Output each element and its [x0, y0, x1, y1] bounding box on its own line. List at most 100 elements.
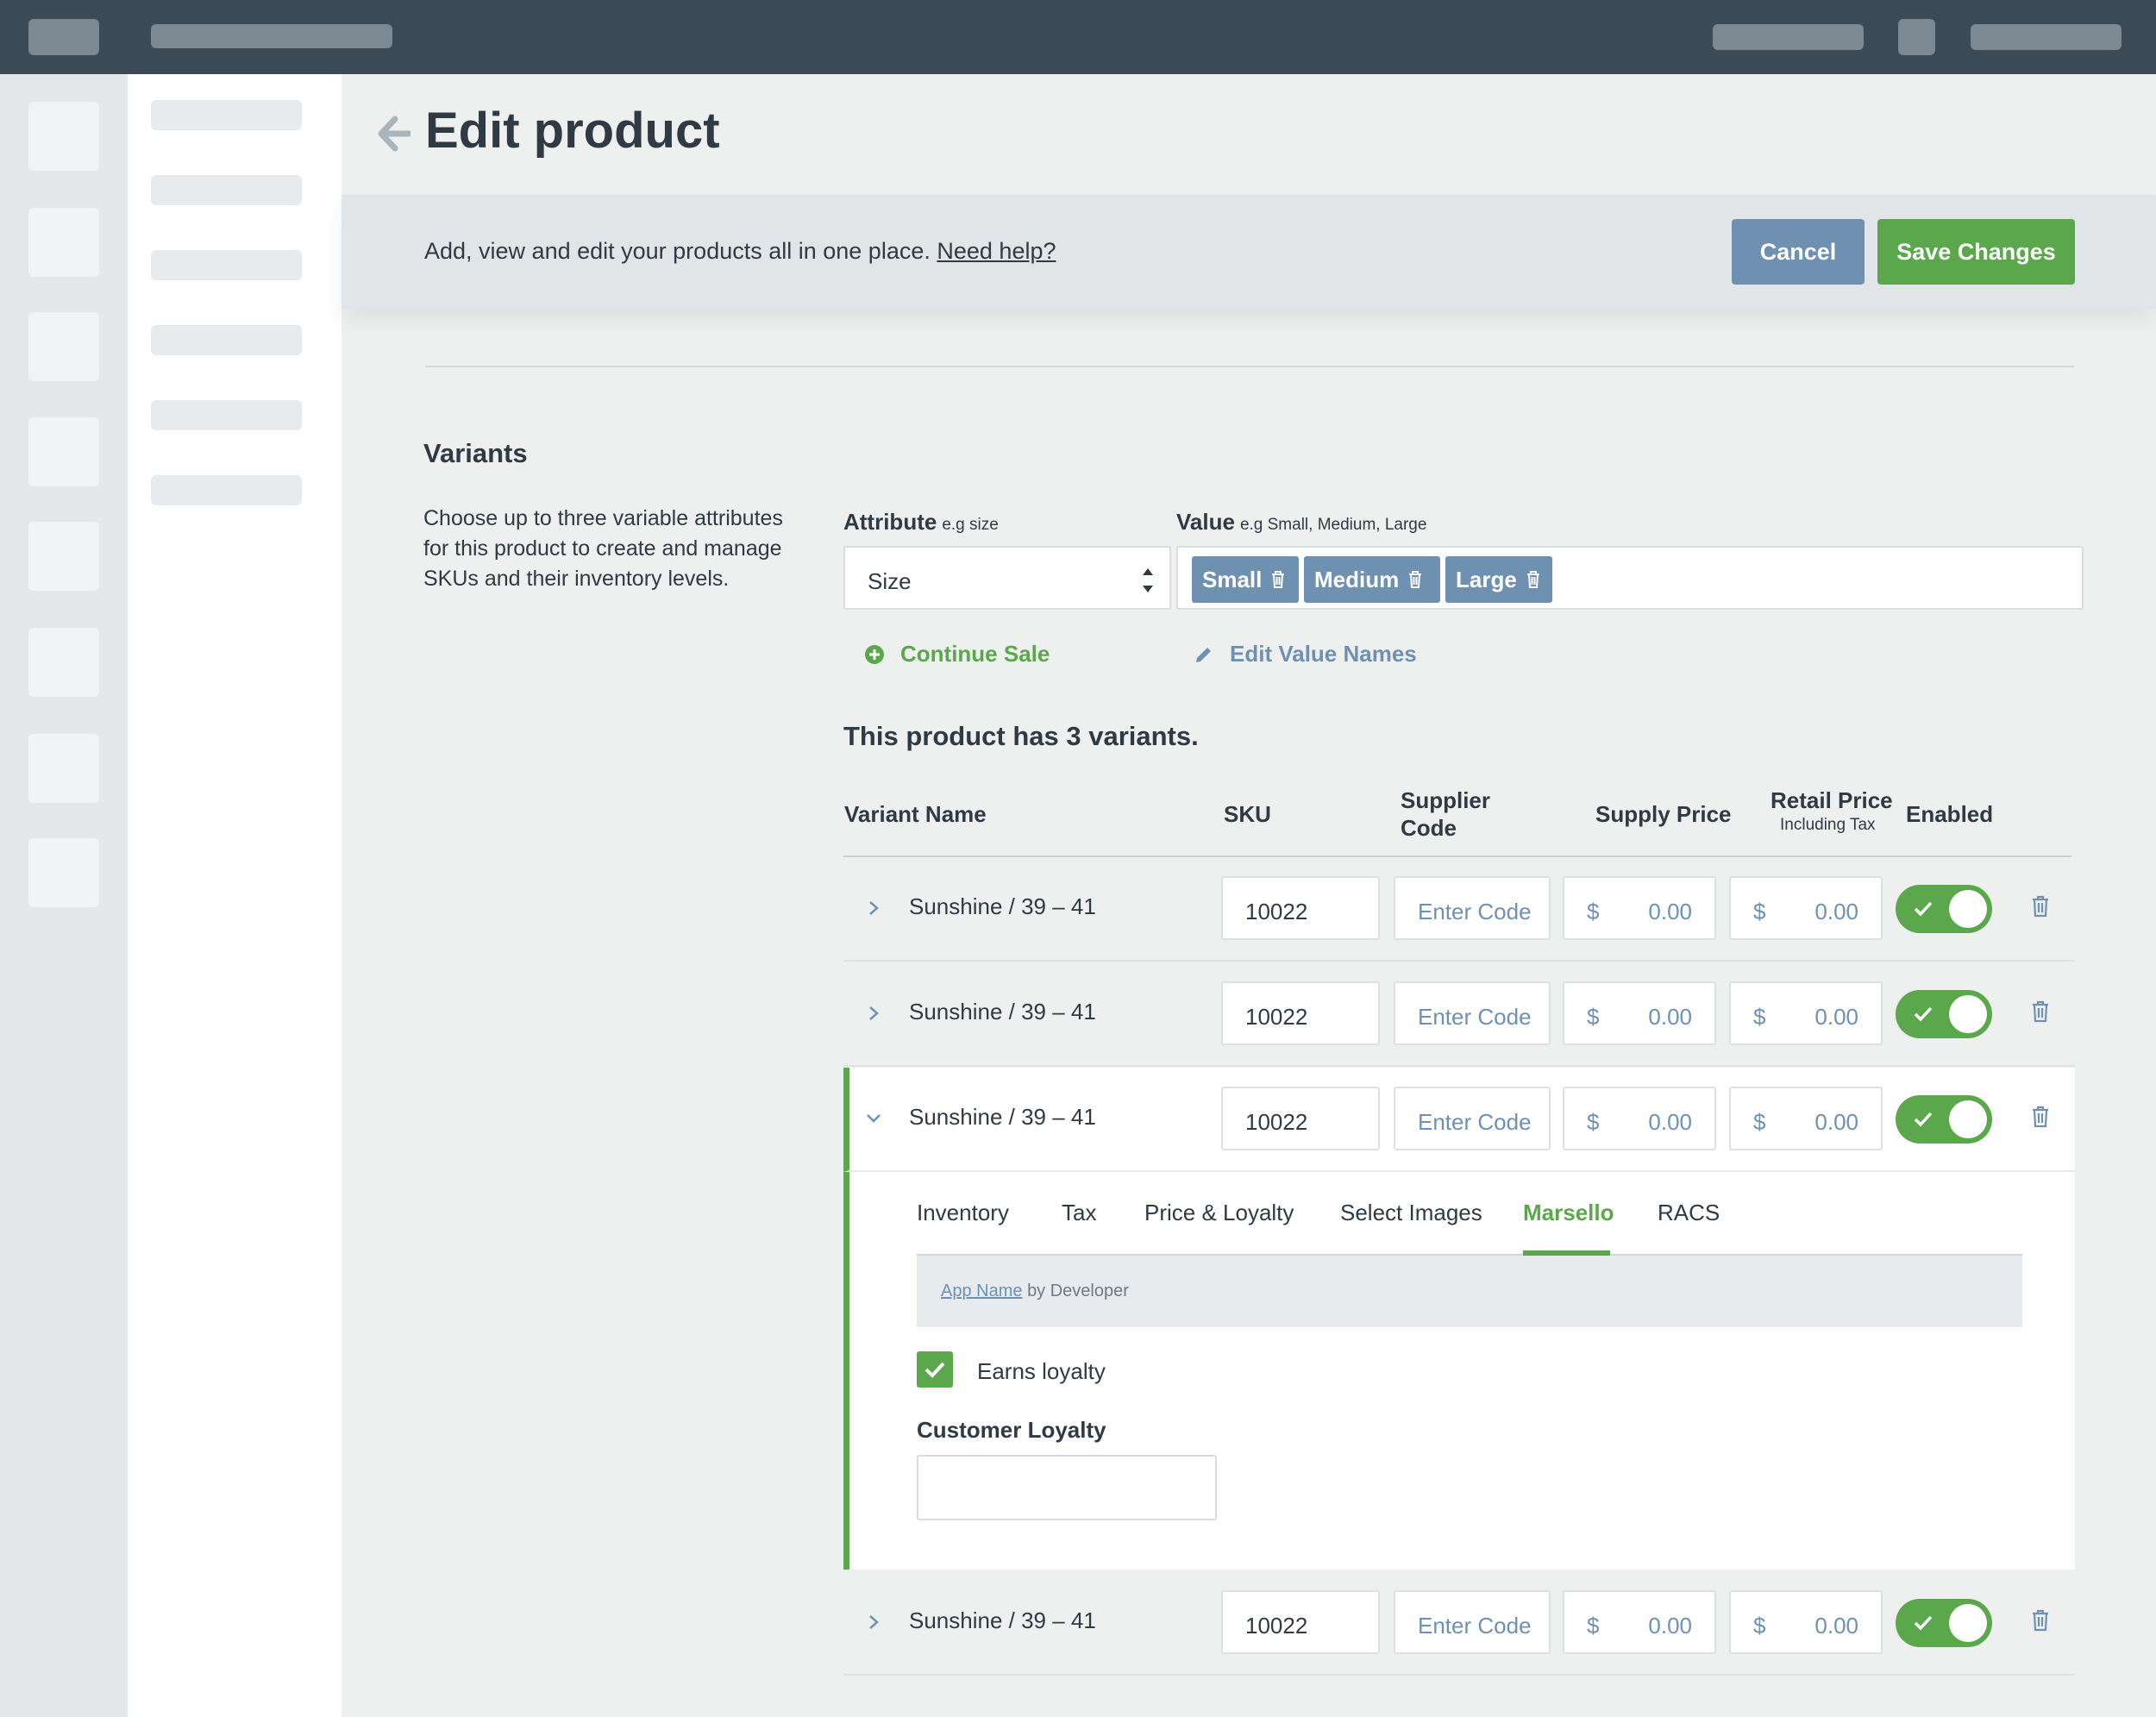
toggle-knob — [1949, 1604, 1987, 1642]
variant-name: Sunshine / 39 – 41 — [909, 1104, 1096, 1130]
currency-symbol: $ — [1587, 1613, 1600, 1639]
app-info-strip: App Name by Developer — [917, 1256, 2022, 1327]
supply-price-value: 0.00 — [1648, 1109, 1692, 1135]
enabled-toggle[interactable] — [1896, 990, 1992, 1038]
user-menu-placeholder[interactable] — [1971, 24, 2122, 50]
logo-placeholder[interactable] — [28, 19, 99, 55]
sidebar-item-placeholder[interactable] — [28, 522, 99, 591]
continue-sale-label: Continue Sale — [900, 641, 1050, 667]
retail-price-input[interactable]: $0.00 — [1729, 981, 1883, 1045]
sku-input[interactable]: 10022 — [1221, 1590, 1380, 1654]
check-icon — [1914, 1006, 1933, 1022]
earns-loyalty-checkbox[interactable] — [917, 1351, 953, 1388]
supply-price-input[interactable]: $0.00 — [1563, 981, 1716, 1045]
customer-loyalty-input[interactable] — [917, 1455, 1217, 1520]
tab-inventory[interactable]: Inventory — [917, 1200, 1009, 1226]
sku-input[interactable]: 10022 — [1221, 876, 1380, 940]
sidebar-item-placeholder[interactable] — [28, 208, 99, 277]
supply-price-input[interactable]: $0.00 — [1563, 1590, 1716, 1654]
trash-icon[interactable] — [2032, 1609, 2049, 1632]
supplier-code-input[interactable]: Enter Code — [1394, 1087, 1551, 1150]
retail-price-value: 0.00 — [1814, 1109, 1858, 1135]
tab-marsello[interactable]: Marsello — [1523, 1200, 1614, 1226]
subnav-item-placeholder[interactable] — [151, 325, 302, 355]
sidebar-item-placeholder[interactable] — [28, 102, 99, 171]
supplier-code-input[interactable]: Enter Code — [1394, 1590, 1551, 1654]
topbar-menu-placeholder[interactable] — [1713, 24, 1864, 50]
sku-input[interactable]: 10022 — [1221, 981, 1380, 1045]
tab-racs[interactable]: RACS — [1658, 1200, 1720, 1226]
chevron-down-icon[interactable] — [864, 1106, 883, 1131]
attribute-select[interactable]: Size — [843, 546, 1171, 610]
sidebar-item-placeholder[interactable] — [28, 838, 99, 907]
variant-row[interactable]: Sunshine / 39 – 41 10022 Enter Code $0.0… — [843, 857, 2075, 962]
supplier-code-input[interactable]: Enter Code — [1394, 876, 1551, 940]
enabled-toggle[interactable] — [1896, 885, 1992, 933]
edit-value-names-link[interactable]: Edit Value Names — [1194, 641, 1417, 667]
variant-row[interactable]: Sunshine / 39 – 41 10022 Enter Code $0.0… — [843, 1571, 2075, 1676]
supply-price-input[interactable]: $0.00 — [1563, 876, 1716, 940]
page-info-bar: Add, view and edit your products all in … — [342, 195, 2156, 309]
header-variant-name: Variant Name — [844, 801, 987, 827]
supply-price-value: 0.00 — [1648, 1613, 1692, 1639]
trash-icon[interactable] — [1407, 570, 1423, 589]
sidebar-item-placeholder[interactable] — [28, 312, 99, 381]
page-title: Edit product — [425, 103, 720, 159]
supplier-code-input[interactable]: Enter Code — [1394, 981, 1551, 1045]
attribute-label: Attribute e.g size — [843, 509, 999, 536]
subnav-item-placeholder[interactable] — [151, 175, 302, 205]
trash-icon[interactable] — [2032, 1106, 2049, 1128]
chevron-right-icon[interactable] — [864, 1000, 883, 1026]
need-help-link[interactable]: Need help? — [937, 238, 1056, 264]
variant-row[interactable]: Sunshine / 39 – 41 10022 Enter Code $0.0… — [843, 962, 2075, 1067]
app-name-link[interactable]: App Name — [941, 1281, 1023, 1300]
save-changes-button[interactable]: Save Changes — [1877, 219, 2075, 285]
currency-symbol: $ — [1753, 1109, 1766, 1135]
supply-price-value: 0.00 — [1648, 1004, 1692, 1030]
variant-count-text: This product has 3 variants. — [843, 721, 1199, 751]
sidebar-item-placeholder[interactable] — [28, 628, 99, 697]
tab-price-loyalty[interactable]: Price & Loyalty — [1144, 1200, 1294, 1226]
trash-icon[interactable] — [1526, 570, 1541, 589]
enabled-toggle[interactable] — [1896, 1599, 1992, 1647]
value-chip-medium[interactable]: Medium — [1304, 556, 1440, 603]
trash-icon[interactable] — [2032, 895, 2049, 918]
tab-select-images[interactable]: Select Images — [1340, 1200, 1482, 1226]
subnav-item-placeholder[interactable] — [151, 100, 302, 130]
value-tags-input[interactable]: Small Medium Large — [1176, 546, 2084, 610]
chevron-right-icon[interactable] — [864, 1609, 883, 1635]
continue-sale-link[interactable]: Continue Sale — [864, 641, 1050, 667]
tab-tax[interactable]: Tax — [1062, 1200, 1096, 1226]
subnav-item-placeholder[interactable] — [151, 250, 302, 280]
variants-description: Choose up to three variable attributes f… — [423, 506, 783, 591]
retail-price-input[interactable]: $0.00 — [1729, 1087, 1883, 1150]
select-arrows-icon — [1143, 568, 1153, 592]
subnav-item-placeholder[interactable] — [151, 475, 302, 505]
sidebar-item-placeholder[interactable] — [28, 734, 99, 803]
top-navigation-bar — [0, 0, 2156, 74]
header-sku: SKU — [1224, 801, 1271, 827]
retail-price-input[interactable]: $0.00 — [1729, 1590, 1883, 1654]
chevron-right-icon[interactable] — [864, 895, 883, 921]
arrow-left-icon[interactable] — [376, 114, 411, 154]
trash-icon[interactable] — [2032, 1000, 2049, 1023]
sidebar-item-placeholder[interactable] — [28, 417, 99, 486]
secondary-sidebar — [128, 74, 342, 1717]
sku-input[interactable]: 10022 — [1221, 1087, 1380, 1150]
cancel-button[interactable]: Cancel — [1732, 219, 1865, 285]
enabled-toggle[interactable] — [1896, 1095, 1992, 1144]
pencil-icon — [1196, 647, 1211, 662]
value-chip-large[interactable]: Large — [1445, 556, 1552, 603]
sku-value: 10022 — [1245, 899, 1308, 924]
topbar-icon-placeholder[interactable] — [1898, 19, 1935, 55]
attribute-select-value: Size — [868, 568, 912, 594]
trash-icon[interactable] — [1270, 570, 1286, 589]
supply-price-input[interactable]: $0.00 — [1563, 1087, 1716, 1150]
toggle-knob — [1949, 995, 1987, 1033]
value-chip-small[interactable]: Small — [1192, 556, 1299, 603]
currency-symbol: $ — [1587, 1004, 1600, 1030]
subnav-item-placeholder[interactable] — [151, 400, 302, 430]
retail-price-input[interactable]: $0.00 — [1729, 876, 1883, 940]
attribute-hint: e.g size — [942, 516, 999, 534]
variant-row-expanded[interactable]: Sunshine / 39 – 41 10022 Enter Code $0.0… — [843, 1068, 2075, 1172]
